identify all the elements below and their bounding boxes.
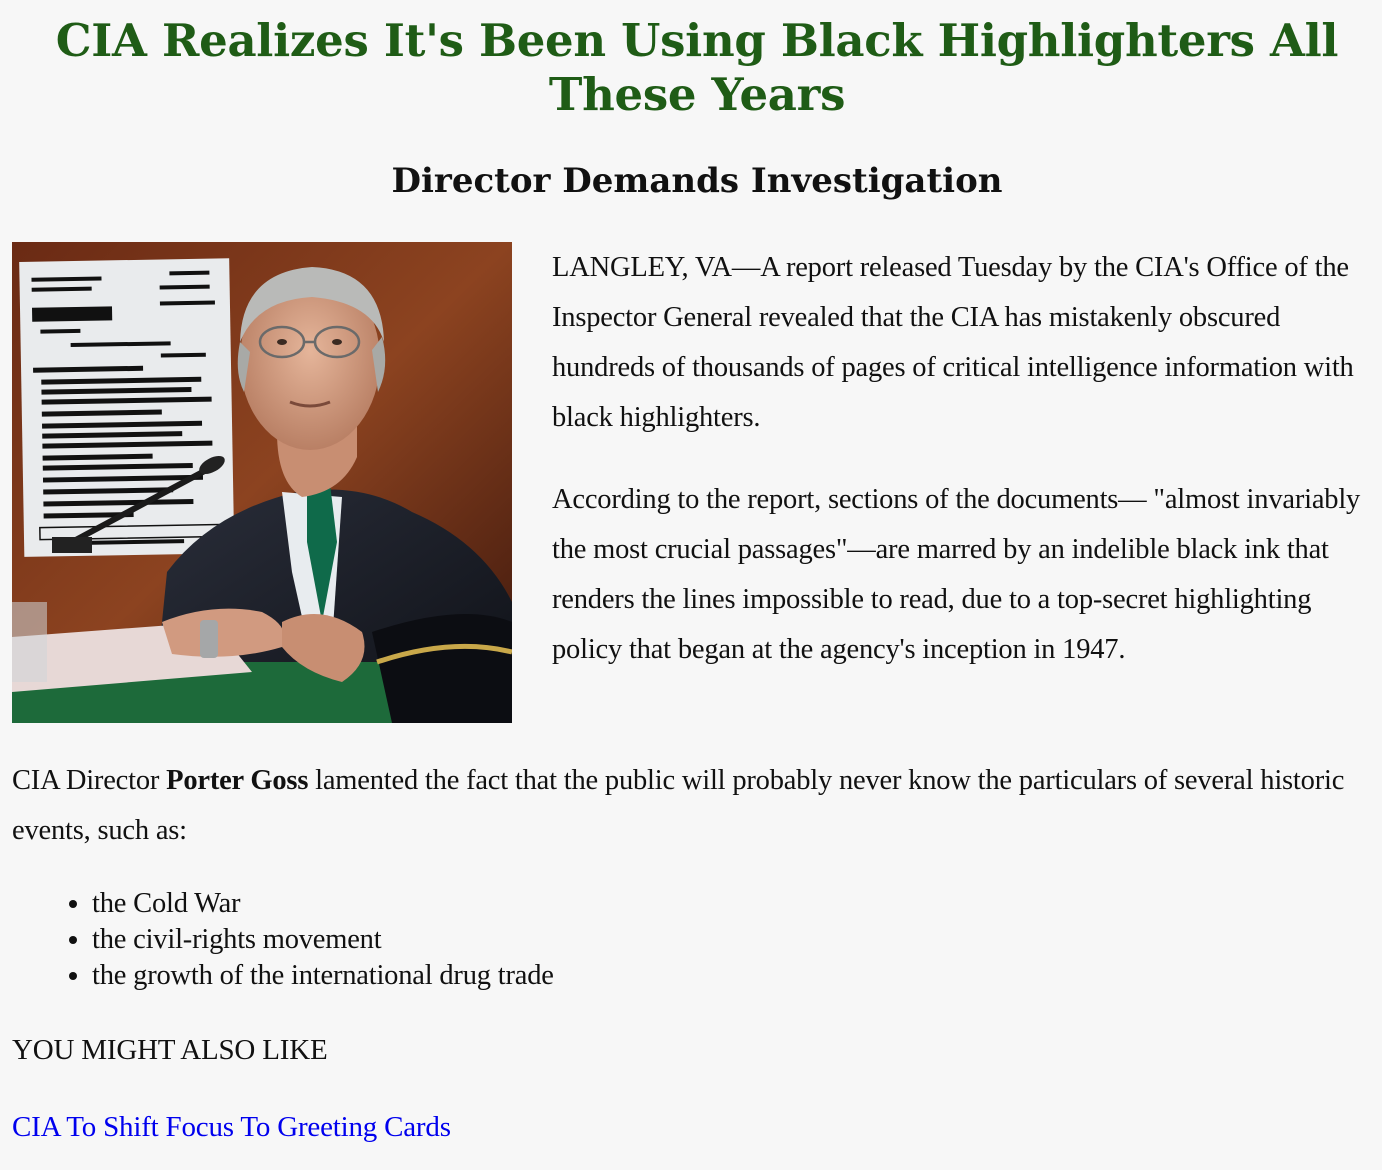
goss-paragraph-before: CIA Director — [12, 765, 167, 796]
paragraph-1: LANGLEY, VA—A report released Tuesday by… — [552, 252, 1354, 433]
related-article-link[interactable]: CIA To Shift Focus To Greeting Cards — [12, 1107, 451, 1147]
list-item: the civil-rights movement — [92, 922, 554, 958]
historic-events-list: the Cold War the civil-rights movement t… — [12, 886, 554, 994]
article-subheadline: Director Demands Investigation — [391, 161, 1003, 201]
list-item: the Cold War — [92, 886, 554, 922]
list-item: the growth of the international drug tra… — [92, 958, 554, 994]
article-photo — [12, 242, 512, 723]
goss-paragraph: CIA Director Porter Goss lamented the fa… — [12, 756, 1372, 856]
lead-paragraphs: LANGLEY, VA—A report released Tuesday by… — [552, 243, 1378, 707]
paragraph-2: According to the report, sections of the… — [552, 484, 1361, 665]
porter-goss-name: Porter Goss — [166, 765, 309, 796]
article-headline: CIA Realizes It's Been Using Black Highl… — [55, 14, 1339, 121]
related-heading: YOU MIGHT ALSO LIKE — [12, 1034, 328, 1066]
